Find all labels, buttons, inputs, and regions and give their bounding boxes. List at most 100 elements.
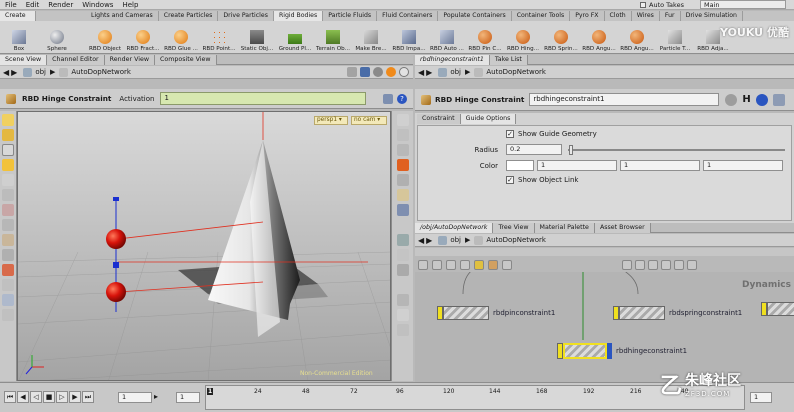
- lock-camera-icon[interactable]: [396, 114, 409, 126]
- tab-asset-browser[interactable]: Asset Browser: [594, 222, 651, 233]
- tool-rbd-spring[interactable]: RBD Sprin...: [542, 21, 580, 54]
- menu-windows[interactable]: Windows: [82, 1, 113, 9]
- color-g-field[interactable]: 1: [620, 160, 700, 171]
- forward-arrow-icon[interactable]: ▶: [11, 68, 17, 77]
- last-frame-icon[interactable]: ⏭: [82, 391, 94, 403]
- node-body[interactable]: [443, 306, 489, 320]
- tab-composite-view[interactable]: Composite View: [155, 54, 217, 65]
- node-name-field[interactable]: rbdhingeconstraint1: [529, 93, 720, 106]
- pin-icon[interactable]: [347, 67, 357, 77]
- tab-tree-view[interactable]: Tree View: [493, 222, 535, 233]
- tab-parameters[interactable]: rbdhingeconstraint1: [415, 54, 490, 65]
- flag-template-icon[interactable]: [635, 260, 645, 270]
- shelf-tab-pyro[interactable]: Pyro FX: [570, 11, 605, 21]
- current-frame-marker[interactable]: 1: [207, 388, 214, 395]
- cam-menu[interactable]: no cam ▾: [351, 116, 387, 125]
- next-key-icon[interactable]: ▶: [69, 391, 81, 403]
- activation-field[interactable]: 1: [160, 92, 367, 105]
- tool-static-object[interactable]: Static Obj...: [238, 21, 276, 54]
- end-frame-field[interactable]: 1: [750, 392, 772, 403]
- back-arrow-icon[interactable]: ◀: [418, 236, 424, 245]
- node-body[interactable]: [767, 302, 794, 316]
- shelf-tab-drive-particles[interactable]: Drive Particles: [218, 11, 274, 21]
- transform-tool-icon[interactable]: [2, 129, 14, 141]
- back-arrow-icon[interactable]: ◀: [418, 68, 424, 77]
- menu-file[interactable]: File: [5, 1, 17, 9]
- current-frame-field[interactable]: 1: [118, 392, 152, 403]
- color-palette-icon[interactable]: [488, 260, 498, 270]
- hinge-sphere-bottom[interactable]: [106, 282, 126, 302]
- tool-rbd-impact[interactable]: RBD Impa...: [390, 21, 428, 54]
- path-obj[interactable]: obj: [35, 68, 46, 76]
- radius-field[interactable]: 0.2: [506, 144, 562, 155]
- network-box-icon[interactable]: [474, 260, 484, 270]
- gear-icon[interactable]: [725, 93, 738, 106]
- render-icon[interactable]: [386, 67, 396, 77]
- start-frame-field[interactable]: 1: [176, 392, 200, 403]
- forward-arrow-icon[interactable]: ▶: [426, 68, 432, 77]
- grid-view-icon[interactable]: [432, 260, 442, 270]
- shape-palette-icon[interactable]: [502, 260, 512, 270]
- display-mode-icon[interactable]: [396, 129, 409, 141]
- node-partial[interactable]: [761, 302, 794, 316]
- flag-output-icon[interactable]: [687, 260, 697, 270]
- first-frame-icon[interactable]: ⏮: [4, 391, 16, 403]
- menu-help[interactable]: Help: [122, 1, 138, 9]
- tool-rbd-hinge[interactable]: RBD Hing...: [504, 21, 542, 54]
- shelf-tab-rigid-bodies[interactable]: Rigid Bodies: [273, 11, 324, 21]
- menu-edit[interactable]: Edit: [26, 1, 40, 9]
- handle-tool-icon[interactable]: [2, 159, 14, 171]
- shelf-tab-create-particles[interactable]: Create Particles: [159, 11, 219, 21]
- shelf-tab-particle-fluids[interactable]: Particle Fluids: [323, 11, 378, 21]
- view-options-icon[interactable]: [396, 324, 409, 336]
- radius-slider[interactable]: [568, 144, 785, 155]
- tool-rbd-pin[interactable]: RBD Pin C...: [466, 21, 504, 54]
- layout-icon[interactable]: [418, 260, 428, 270]
- hinge-sphere-top[interactable]: [106, 229, 126, 249]
- view-tool-icon[interactable]: [2, 144, 14, 156]
- shelf-tab-drive-simulation[interactable]: Drive Simulation: [681, 11, 743, 21]
- tab-constraint[interactable]: Constraint: [417, 114, 461, 124]
- flag-display-icon[interactable]: [648, 260, 658, 270]
- info-icon[interactable]: [772, 93, 785, 106]
- shadow-icon[interactable]: [396, 264, 409, 276]
- tool-rbd-object[interactable]: RBD Object: [86, 21, 124, 54]
- normal-display-icon[interactable]: [396, 159, 409, 171]
- path-network[interactable]: AutoDopNetwork: [486, 68, 546, 76]
- tool-rbd-glue[interactable]: RBD Glue ...: [162, 21, 200, 54]
- shelf-tab-fluid-containers[interactable]: Fluid Containers: [377, 11, 439, 21]
- shelf-tab-fur[interactable]: Fur: [660, 11, 681, 21]
- tab-scene-view[interactable]: Scene View: [0, 54, 48, 65]
- tab-guide-options[interactable]: Guide Options: [460, 114, 517, 124]
- flag-render-icon[interactable]: [661, 260, 671, 270]
- tool-terrain-object[interactable]: Terrain Ob...: [314, 21, 352, 54]
- node-rbdpinconstraint1[interactable]: rbdpinconstraint1: [437, 306, 555, 320]
- pivot-tool-icon[interactable]: [2, 234, 14, 246]
- frame-stepper-icon[interactable]: ▸: [154, 392, 158, 401]
- tool-ground-plane[interactable]: Ground Pl...: [276, 21, 314, 54]
- path-network[interactable]: AutoDopNetwork: [486, 236, 546, 244]
- play-icon[interactable]: ▷: [56, 391, 68, 403]
- tab-material-palette[interactable]: Material Palette: [534, 222, 595, 233]
- tool-rbd-fracture[interactable]: RBD Fract...: [124, 21, 162, 54]
- flag-lock-icon[interactable]: [674, 260, 684, 270]
- desktop-select[interactable]: Main: [700, 0, 786, 9]
- tool-particle-t[interactable]: Particle T...: [656, 21, 694, 54]
- measure-tool-icon[interactable]: [2, 279, 14, 291]
- shelf-tab-container-tools[interactable]: Container Tools: [512, 11, 571, 21]
- tab-network-view[interactable]: /obj/AutoDopNetwork: [415, 222, 494, 233]
- node-rbdspringconstraint1[interactable]: rbdspringconstraint1: [613, 306, 742, 320]
- tab-channel-editor[interactable]: Channel Editor: [47, 54, 105, 65]
- help-icon[interactable]: ?: [397, 93, 407, 104]
- tool-rbd-auto[interactable]: RBD Auto ...: [428, 21, 466, 54]
- shelf-tab-wires[interactable]: Wires: [632, 11, 660, 21]
- network-editor[interactable]: Dynamics rbdpinconstraint1 rbdspringcons…: [415, 272, 794, 382]
- safe-area-icon[interactable]: [396, 294, 409, 306]
- scale-tool-icon[interactable]: [2, 204, 14, 216]
- shelf-tab-populate[interactable]: Populate Containers: [438, 11, 512, 21]
- path-network[interactable]: AutoDopNetwork: [71, 68, 131, 76]
- help-icon[interactable]: [755, 93, 768, 106]
- point-display-icon[interactable]: [396, 144, 409, 156]
- snap-tool-icon[interactable]: [2, 219, 14, 231]
- shading-icon[interactable]: [396, 219, 409, 231]
